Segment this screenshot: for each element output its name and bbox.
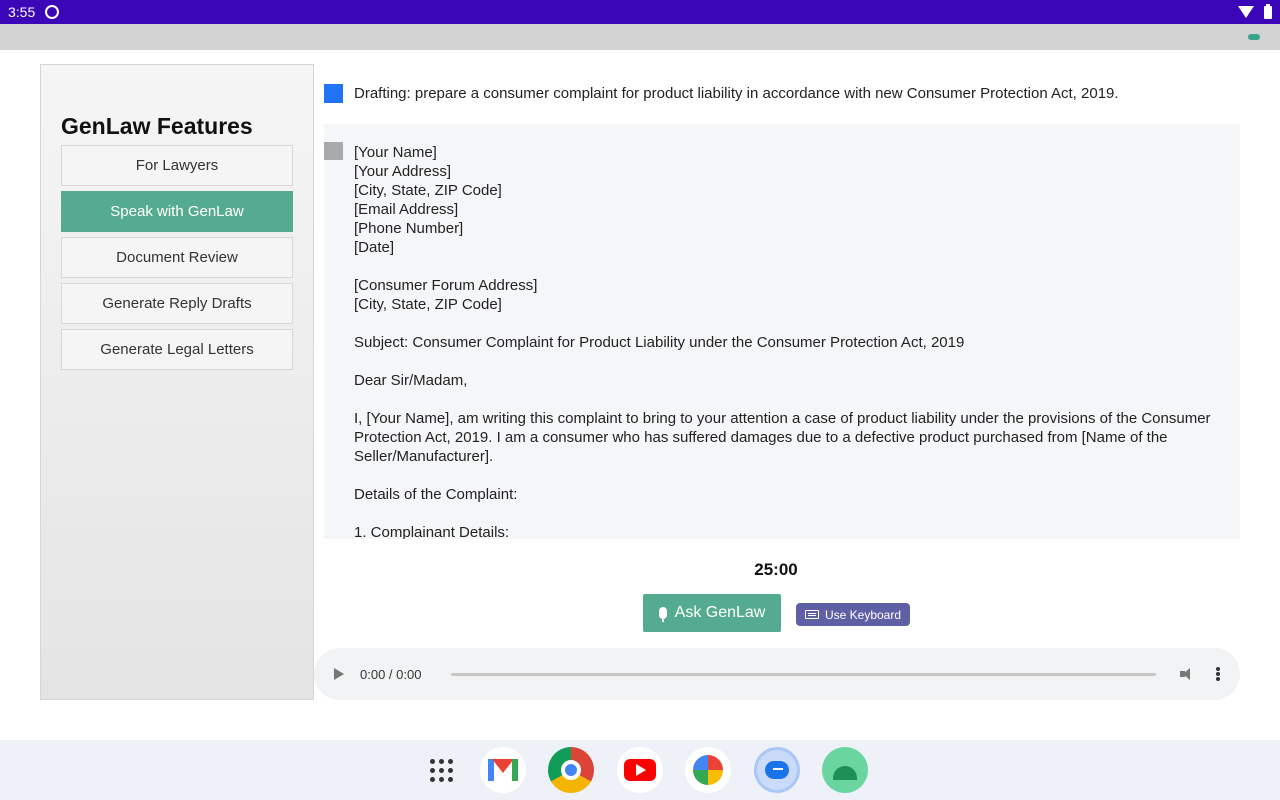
sidebar: GenLaw Features For Lawyers Speak with G… <box>40 64 314 700</box>
keyboard-icon <box>804 610 819 619</box>
microphone-icon <box>658 607 667 622</box>
wifi-icon <box>1238 6 1254 18</box>
play-icon[interactable] <box>334 668 344 680</box>
sidebar-item-generate-legal-letters[interactable]: Generate Legal Letters <box>61 329 293 370</box>
photos-icon[interactable] <box>685 747 731 793</box>
use-keyboard-label: Use Keyboard <box>824 607 902 622</box>
ask-genlaw-button[interactable]: Ask GenLaw <box>643 594 781 632</box>
chrome-icon[interactable] <box>548 747 594 793</box>
sidebar-item-generate-reply-drafts[interactable]: Generate Reply Drafts <box>61 283 293 324</box>
audio-time: 0:00 / 0:00 <box>360 666 422 682</box>
sidebar-item-speak-with-genlaw[interactable]: Speak with GenLaw <box>61 191 293 232</box>
apps-grid-icon[interactable] <box>418 747 464 793</box>
battery-icon <box>1264 3 1272 19</box>
messages-icon[interactable] <box>754 747 800 793</box>
status-bar: 3:55 <box>0 0 1280 24</box>
user-prompt-text: Drafting: prepare a consumer complaint f… <box>354 85 1119 102</box>
assistant-marker-icon <box>324 142 343 160</box>
more-options-icon[interactable] <box>1216 667 1220 681</box>
sidebar-item-document-review[interactable]: Document Review <box>61 237 293 278</box>
sidebar-title: GenLaw Features <box>61 113 253 139</box>
ask-genlaw-label: Ask GenLaw <box>674 604 766 621</box>
audio-progress-bar[interactable] <box>451 672 1156 676</box>
status-icons <box>1238 3 1272 19</box>
user-prompt: Drafting: prepare a consumer complaint f… <box>324 84 1119 103</box>
youtube-icon[interactable] <box>617 747 663 793</box>
notification-icon <box>45 5 60 19</box>
timer: 25:00 <box>754 560 798 579</box>
status-time: 3:55 <box>8 4 36 20</box>
response-panel[interactable]: [Your Name] [Your Address] [City, State,… <box>324 124 1240 539</box>
volume-icon[interactable] <box>1180 668 1194 680</box>
indicator-pill-icon <box>1248 34 1260 40</box>
app-top-bar <box>0 24 1280 50</box>
use-keyboard-button[interactable]: Use Keyboard <box>796 603 910 626</box>
response-text: [Your Name] [Your Address] [City, State,… <box>354 144 1211 539</box>
android-icon[interactable] <box>822 747 868 793</box>
user-marker-icon <box>324 84 343 103</box>
sidebar-item-for-lawyers[interactable]: For Lawyers <box>61 145 293 186</box>
gmail-icon[interactable] <box>480 747 526 793</box>
audio-player: 0:00 / 0:00 <box>314 648 1240 700</box>
taskbar-dock <box>0 740 1280 800</box>
